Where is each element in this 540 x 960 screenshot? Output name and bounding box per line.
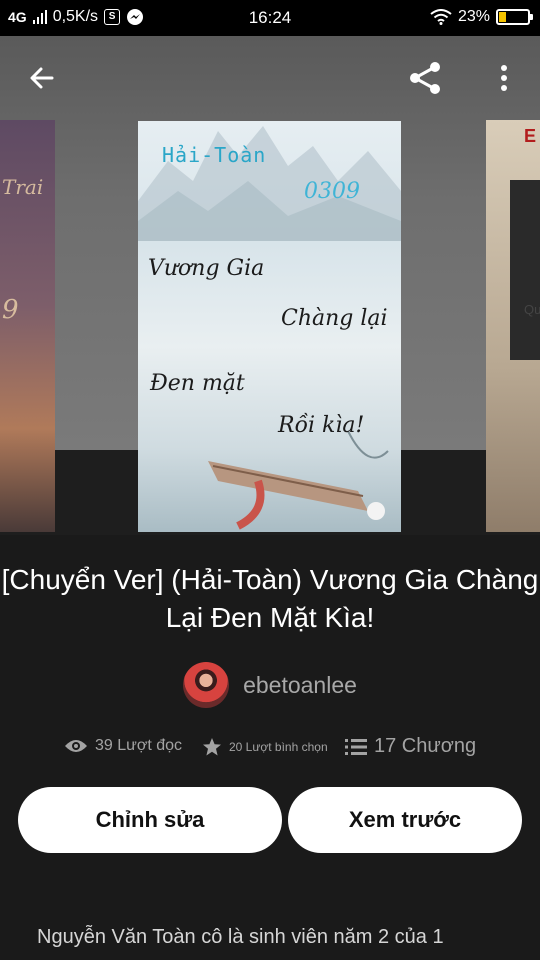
preview-button[interactable]: Xem trước xyxy=(288,787,522,853)
cover-title-line-1: Vương Gia xyxy=(148,256,265,281)
edit-button[interactable]: Chỉnh sửa xyxy=(18,787,282,853)
votes-count: 20 Lượt bình chọn xyxy=(229,740,328,754)
wifi-icon xyxy=(430,9,452,25)
chapters-count: 17 Chương xyxy=(374,735,477,757)
cover-title-line-3: Đen mặt xyxy=(150,371,245,396)
share-button[interactable] xyxy=(402,54,450,102)
author-row[interactable]: ebetoanlee xyxy=(0,660,540,710)
story-stats: 39 Lượt đọc 20 Lượt bình chọn 17 Chương xyxy=(0,735,540,765)
eye-icon xyxy=(65,740,87,752)
reads-stat: 39 Lượt đọc xyxy=(64,737,182,755)
author-name[interactable]: ebetoanlee xyxy=(243,672,357,699)
next-cover-caption: Qu xyxy=(524,302,540,317)
cover-number-tag: 0309 xyxy=(304,179,360,204)
more-vert-icon xyxy=(501,65,507,91)
cover-title-line-2: Chàng lại xyxy=(281,306,388,331)
next-cover-photo xyxy=(510,180,540,360)
story-description: Nguyễn Văn Toàn cô là sinh viên năm 2 củ… xyxy=(37,926,444,948)
top-app-bar xyxy=(0,36,540,120)
cover-author-tag: Hải-Toàn xyxy=(162,143,267,167)
story-title: [Chuyển Ver] (Hải-Toàn) Vương Gia Chàng … xyxy=(1,564,539,633)
next-story-cover[interactable]: E Qu xyxy=(486,120,540,532)
previous-cover-text-2: 9 xyxy=(2,295,19,325)
back-button[interactable] xyxy=(18,54,66,102)
battery-percent: 23% xyxy=(457,8,490,25)
previous-cover-text: Trai xyxy=(2,175,44,199)
more-options-button[interactable] xyxy=(480,54,528,102)
mountain-illustration xyxy=(138,126,401,241)
list-icon xyxy=(345,738,367,755)
chapters-stat: 17 Chương xyxy=(345,735,476,758)
author-avatar[interactable] xyxy=(183,662,230,708)
status-bar: 4G 0,5K/s S 16:24 23% xyxy=(0,0,540,36)
share-icon xyxy=(410,62,440,94)
battery-icon xyxy=(496,9,533,25)
next-cover-text: E xyxy=(524,126,537,146)
previous-story-cover[interactable]: Trai 9 xyxy=(0,120,55,532)
star-icon xyxy=(203,738,221,756)
cover-title-line-4: Rồi kìa! xyxy=(278,413,365,438)
reads-count: 39 Lượt đọc xyxy=(95,737,183,754)
story-cover[interactable]: Hải-Toàn 0309 Vương Gia Chàng lại Đen mặ… xyxy=(138,121,401,532)
arrow-left-icon xyxy=(30,67,54,89)
votes-stat: 20 Lượt bình chọn xyxy=(202,737,328,757)
